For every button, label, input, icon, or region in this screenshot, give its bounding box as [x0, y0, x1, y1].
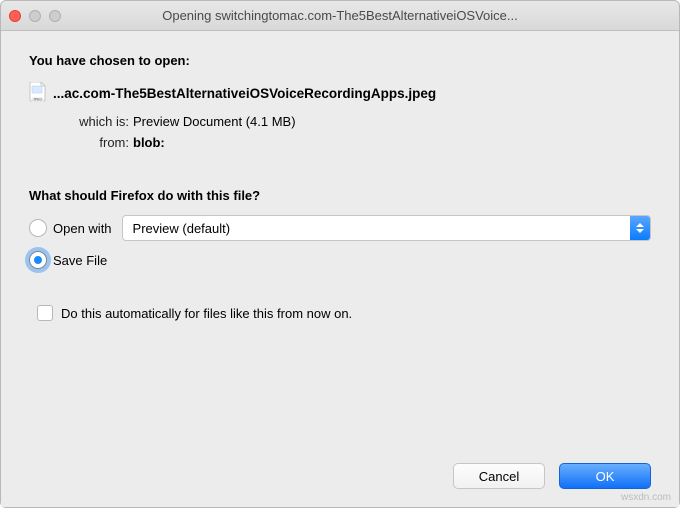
- dialog-content: You have chosen to open: JPEG ...ac.com-…: [1, 31, 679, 507]
- save-file-radio[interactable]: [29, 251, 47, 269]
- minimize-window-button: [29, 10, 41, 22]
- svg-text:JPEG: JPEG: [33, 98, 42, 102]
- open-with-app-select[interactable]: Preview (default): [122, 215, 651, 241]
- cancel-button[interactable]: Cancel: [453, 463, 545, 489]
- button-row: Cancel OK: [29, 443, 651, 495]
- ok-button-label: OK: [596, 469, 615, 484]
- file-meta: which is: Preview Document (4.1 MB) from…: [49, 114, 651, 150]
- which-is-value: Preview Document (4.1 MB): [133, 114, 651, 129]
- auto-checkbox-row: Do this automatically for files like thi…: [37, 305, 651, 321]
- heading-what-should-firefox-do: What should Firefox do with this file?: [29, 188, 651, 203]
- open-with-label: Open with: [53, 221, 112, 236]
- do-this-automatically-label: Do this automatically for files like thi…: [61, 306, 352, 321]
- jpeg-file-icon: JPEG: [29, 82, 47, 104]
- open-with-radio[interactable]: [29, 219, 47, 237]
- close-window-button[interactable]: [9, 10, 21, 22]
- heading-chosen-to-open: You have chosen to open:: [29, 53, 651, 68]
- open-with-app-value: Preview (default): [133, 221, 231, 236]
- from-label: from:: [49, 135, 129, 150]
- traffic-lights: [9, 10, 61, 22]
- window-title: Opening switchingtomac.com-The5BestAlter…: [1, 8, 679, 23]
- file-name: ...ac.com-The5BestAlternativeiOSVoiceRec…: [53, 86, 436, 101]
- maximize-window-button: [49, 10, 61, 22]
- do-this-automatically-checkbox[interactable]: [37, 305, 53, 321]
- titlebar: Opening switchingtomac.com-The5BestAlter…: [1, 1, 679, 31]
- save-file-row: Save File: [29, 251, 651, 269]
- cancel-button-label: Cancel: [479, 469, 519, 484]
- file-row: JPEG ...ac.com-The5BestAlternativeiOSVoi…: [29, 82, 651, 104]
- select-arrows-icon: [630, 216, 650, 240]
- download-dialog: Opening switchingtomac.com-The5BestAlter…: [0, 0, 680, 508]
- which-is-label: which is:: [49, 114, 129, 129]
- save-file-label: Save File: [53, 253, 107, 268]
- ok-button[interactable]: OK: [559, 463, 651, 489]
- from-value: blob:: [133, 135, 651, 150]
- open-with-row: Open with Preview (default): [29, 215, 651, 241]
